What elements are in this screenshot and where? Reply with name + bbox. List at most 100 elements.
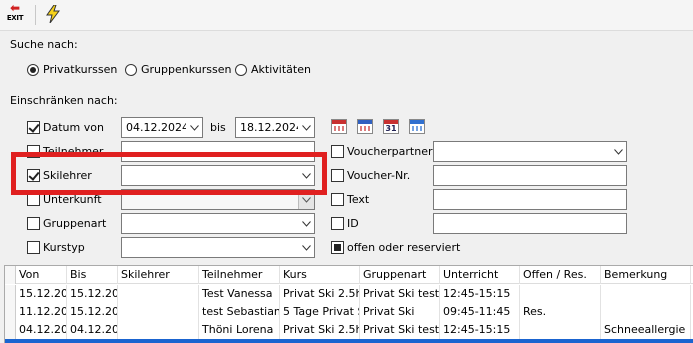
column-header[interactable]: Unterricht <box>440 266 520 284</box>
voucherpartner-checkbox[interactable]: Voucherpartner <box>331 145 433 158</box>
radio-aktivitaeten[interactable]: Aktivitäten <box>235 63 311 76</box>
radio-circle <box>235 63 247 76</box>
column-header[interactable]: Offen / Res. <box>520 266 601 284</box>
bis-label: bis <box>210 121 226 134</box>
radio-label: Privatkurssen <box>43 63 118 76</box>
checkbox-box <box>331 241 344 254</box>
table-cell: Schneeallergie <box>601 321 691 339</box>
table-cell: 12:45-15:15 <box>440 285 520 303</box>
table-cell: Test Vanessa <box>199 285 280 303</box>
column-header[interactable]: Kurs <box>280 266 360 284</box>
date-from-dropdown[interactable]: 04.12.2024 <box>121 117 203 138</box>
table-cell: 11.12.202 <box>16 303 67 321</box>
chevron-down-icon[interactable] <box>298 214 314 233</box>
kurstyp-dropdown[interactable] <box>121 237 315 258</box>
text-input[interactable] <box>433 189 627 210</box>
lightning-button[interactable] <box>42 5 64 30</box>
table-row[interactable]: 11.12.202 15.12.202 test Sebastian 5 Tag… <box>5 303 693 321</box>
lightning-icon <box>46 5 60 23</box>
offen-checkbox[interactable]: offen oder reserviert <box>331 241 460 254</box>
highlight-rectangle <box>11 152 327 195</box>
id-checkbox[interactable]: ID <box>331 217 359 230</box>
calendar-month-icon[interactable]: 31 <box>383 119 399 134</box>
calendar-year-icon[interactable] <box>409 119 425 134</box>
table-cell: 09:45-11:45 <box>440 303 520 321</box>
table-cell <box>118 303 199 321</box>
selected-table-row[interactable] <box>5 339 693 343</box>
checkbox-box <box>331 169 344 182</box>
table-cell: Thöni Lorena <box>199 321 280 339</box>
exit-arrow-icon: ⬅ <box>9 1 21 15</box>
table-cell: test Sebastian <box>199 303 280 321</box>
exit-button[interactable]: ⬅ EXIT <box>4 1 26 28</box>
column-header[interactable]: Von <box>16 266 67 284</box>
date-to-value: 18.12.2024 <box>240 121 298 134</box>
radio-label: Aktivitäten <box>251 63 311 76</box>
table-header: Von Bis Skilehrer Teilnehmer Kurs Gruppe… <box>5 266 693 284</box>
text-checkbox[interactable]: Text <box>331 193 369 206</box>
table-cell: Privat Ski <box>360 303 440 321</box>
table-cell <box>601 303 691 321</box>
table-row[interactable]: 04.12.202 04.12.202 Thöni Lorena Privat … <box>5 321 693 339</box>
table-cell: Res. <box>520 303 601 321</box>
table-cell: Privat Ski 2.5h N <box>280 321 360 339</box>
gruppenart-dropdown[interactable] <box>121 213 315 234</box>
table-cell <box>118 321 199 339</box>
checkbox-box <box>331 217 344 230</box>
date-from-value: 04.12.2024 <box>126 121 186 134</box>
checkbox-label: Gruppenart <box>43 217 107 230</box>
vouchernr-checkbox[interactable]: Voucher-Nr. <box>331 169 410 182</box>
radio-circle <box>125 63 137 76</box>
search-label: Suche nach: <box>10 38 78 51</box>
results-table: Von Bis Skilehrer Teilnehmer Kurs Gruppe… <box>4 265 693 343</box>
date-to-dropdown[interactable]: 18.12.2024 <box>235 117 315 138</box>
table-cell <box>118 285 199 303</box>
vouchernr-input[interactable] <box>433 165 627 186</box>
toolbar: ⬅ EXIT <box>0 0 693 31</box>
column-header[interactable]: Bis <box>67 266 118 284</box>
gruppenart-checkbox[interactable]: Gruppenart <box>27 217 106 230</box>
table-cell: 04.12.202 <box>16 321 67 339</box>
calendar-number: 31 <box>385 124 397 133</box>
radio-privatkurse[interactable]: Privatkurssen <box>27 63 117 76</box>
checkbox-box <box>331 193 344 206</box>
checkbox-box <box>27 217 40 230</box>
table-row[interactable]: 15.12.202 15.12.202 Test Vanessa Privat … <box>5 285 693 303</box>
table-cell: 15.12.202 <box>67 303 118 321</box>
chevron-down-icon[interactable] <box>298 238 314 257</box>
chevron-down-icon[interactable] <box>610 142 626 161</box>
voucherpartner-dropdown[interactable] <box>433 141 627 162</box>
table-cell: Privat Ski test 2 <box>360 285 440 303</box>
checkbox-box <box>27 121 40 134</box>
calendar-day-icon[interactable] <box>331 119 347 134</box>
date-checkbox[interactable]: Datum von <box>27 121 104 134</box>
chevron-down-icon[interactable] <box>186 118 202 137</box>
kurstyp-checkbox[interactable]: Kurstyp <box>27 241 85 254</box>
column-header[interactable]: Gruppenart <box>360 266 440 284</box>
row-indicator <box>5 285 16 303</box>
table-cell: 04.12.202 <box>67 321 118 339</box>
column-header[interactable]: Skilehrer <box>118 266 199 284</box>
table-cell: Privat Ski test 2 <box>360 321 440 339</box>
chevron-down-icon[interactable] <box>298 118 314 137</box>
checkbox-label: Voucherpartner <box>347 145 433 158</box>
table-cell <box>520 285 601 303</box>
table-cell <box>601 285 691 303</box>
table-cell: 5 Tage Privat Sk <box>280 303 360 321</box>
table-cell: 15.12.202 <box>16 285 67 303</box>
table-cell: 15.12.202 <box>67 285 118 303</box>
row-indicator <box>5 303 16 321</box>
checkbox-label: Voucher-Nr. <box>347 169 411 182</box>
id-input[interactable] <box>433 213 627 234</box>
checkbox-label: ID <box>347 217 359 230</box>
table-cell <box>520 321 601 339</box>
table-cell: 12:45-15:15 <box>440 321 520 339</box>
filter-label: Einschränken nach: <box>10 94 118 107</box>
checkbox-label: offen oder reserviert <box>347 241 461 254</box>
checkbox-label: Text <box>347 193 370 206</box>
column-header[interactable]: Bemerkung <box>601 266 691 284</box>
row-indicator <box>5 321 16 339</box>
calendar-week-icon[interactable] <box>357 119 373 134</box>
radio-gruppenkurse[interactable]: Gruppenkurssen <box>125 63 231 76</box>
column-header[interactable]: Teilnehmer <box>199 266 280 284</box>
